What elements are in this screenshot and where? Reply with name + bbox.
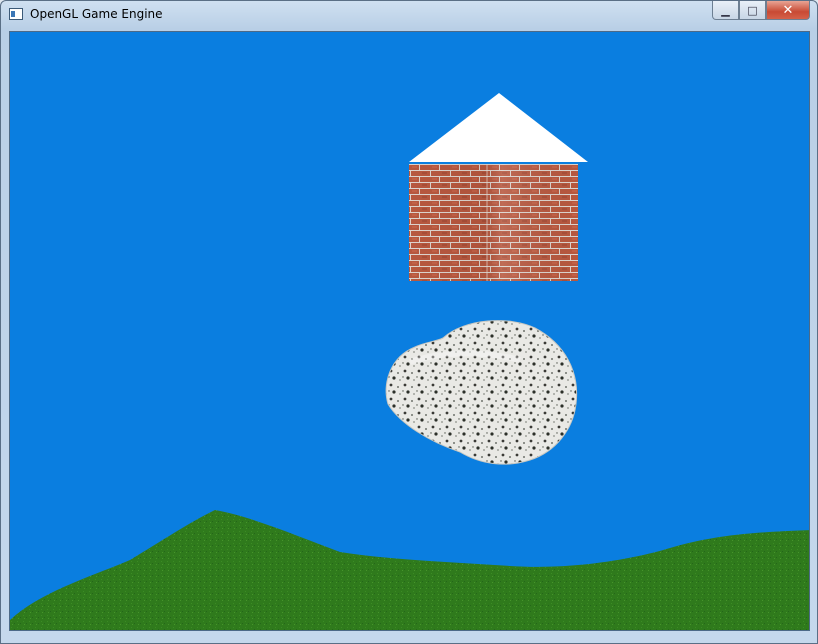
maximize-button[interactable]: □ <box>739 1 766 20</box>
title-bar[interactable]: OpenGL Game Engine ▁ □ ✕ <box>1 1 817 29</box>
maximize-icon: □ <box>747 3 758 17</box>
scene-canvas <box>10 32 809 630</box>
minimize-button[interactable]: ▁ <box>712 1 739 20</box>
opengl-viewport[interactable] <box>9 31 810 631</box>
minimize-icon: ▁ <box>721 3 730 17</box>
app-window: OpenGL Game Engine ▁ □ ✕ <box>0 0 818 644</box>
sky-background <box>10 32 809 630</box>
window-title: OpenGL Game Engine <box>30 7 163 21</box>
app-icon[interactable] <box>9 8 23 20</box>
close-button[interactable]: ✕ <box>766 1 810 20</box>
caption-buttons: ▁ □ ✕ <box>712 1 810 20</box>
close-icon: ✕ <box>782 2 794 18</box>
